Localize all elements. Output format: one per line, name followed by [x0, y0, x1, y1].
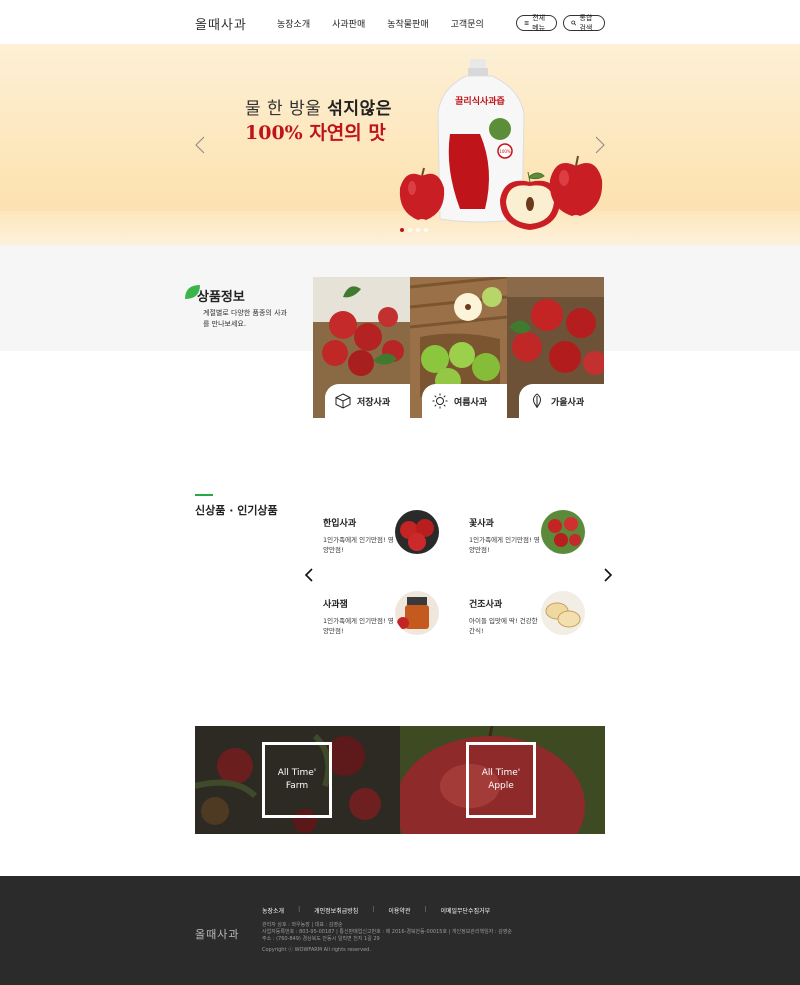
- nav-item-farm-intro[interactable]: 농장소개: [277, 17, 310, 30]
- nav-item-apple-sales[interactable]: 사과판매: [332, 17, 365, 30]
- footer-copyright: Copyright ⓒ WOWFARM All rights reserved.: [262, 947, 371, 953]
- product-item-crab-apple[interactable]: 꽃사과 1인가족에게 인기만점! 영양만점!: [469, 510, 599, 566]
- all-menu-label: 전체메뉴: [532, 14, 546, 32]
- slide-dot-1[interactable]: [400, 228, 404, 232]
- all-menu-button[interactable]: 전체메뉴: [516, 14, 557, 32]
- footer-link-farm-intro[interactable]: 농장소개: [262, 906, 284, 915]
- search-button[interactable]: 통합검색: [563, 14, 605, 32]
- crab-apple-thumb: [541, 510, 585, 554]
- hero-slider: 물 한 방울 섞지않은 100% 자연의 맛 끌리식사과즙 100%: [0, 44, 800, 245]
- hero-subheadline: 100% 자연의 맛: [245, 122, 386, 144]
- main-nav: 농장소개 사과판매 농작물판매 고객문의: [277, 17, 506, 30]
- box-icon: [335, 393, 351, 409]
- products-next-arrow[interactable]: [602, 568, 614, 582]
- hero-prev-arrow[interactable]: [193, 136, 207, 154]
- search-icon: [571, 20, 577, 26]
- hero-headline: 물 한 방울 섞지않은: [245, 99, 392, 119]
- red-apple-image: [399, 167, 445, 220]
- footer-link-privacy[interactable]: 개인정보취급방침: [314, 906, 358, 915]
- banner-farm-frame: All Time' Farm: [262, 742, 332, 818]
- bite-apple-thumb: [395, 510, 439, 554]
- slide-dot-4[interactable]: [424, 228, 428, 232]
- card-summer-apple[interactable]: 여름사과: [410, 277, 507, 418]
- card-autumn-apple[interactable]: 가을사과: [507, 277, 604, 418]
- search-label: 통합검색: [579, 14, 593, 32]
- card-summer-apple-label: 여름사과: [422, 384, 507, 418]
- new-products-title: 신상품 · 인기상품: [195, 504, 278, 517]
- product-info-desc: 계절별로 다양한 품종의 사과를 만나보세요.: [203, 309, 287, 328]
- hero-pagination: [400, 228, 428, 232]
- nav-item-crop-sales[interactable]: 농작물판매: [387, 17, 428, 30]
- pouch-sub-label: 100%: [499, 149, 511, 154]
- banner-farm[interactable]: All Time' Farm: [195, 726, 400, 834]
- hero-next-arrow[interactable]: [593, 136, 607, 154]
- hero-headline-bold: 섞지않은: [327, 99, 392, 119]
- slide-dot-3[interactable]: [416, 228, 420, 232]
- footer-links: 농장소개 | 개인정보취급방침 | 이용약관 | 이메일무단수집거부: [262, 906, 491, 915]
- product-item-dried-apple[interactable]: 건조사과 아이들 입맛에 딱! 건강한 간식!: [469, 591, 599, 647]
- products-prev-arrow[interactable]: [303, 568, 315, 582]
- card-autumn-apple-label: 가을사과: [519, 384, 604, 418]
- site-header: 올때사과 농장소개 사과판매 농작물판매 고객문의 전체메뉴 통합검색: [0, 0, 800, 44]
- footer-link-terms[interactable]: 이용약관: [388, 906, 410, 915]
- leaf-outline-icon: [533, 393, 541, 408]
- slide-dot-2[interactable]: [408, 228, 412, 232]
- pouch-label: 끌리식사과즙: [455, 95, 505, 107]
- footer-logo: 올때사과: [195, 928, 240, 941]
- banner-apple[interactable]: All Time' Apple: [400, 726, 605, 834]
- card-storage-apple[interactable]: 저장사과: [313, 277, 410, 418]
- section-accent-bar: [195, 494, 213, 496]
- card-storage-apple-label: 저장사과: [325, 384, 410, 418]
- sun-icon: [432, 393, 448, 409]
- apple-jam-thumb: [395, 591, 439, 635]
- banner-apple-frame: All Time' Apple: [466, 742, 536, 818]
- product-item-apple-jam[interactable]: 사과잼 1인가족에게 인기만점! 영양만점!: [323, 591, 453, 647]
- dried-apple-thumb: [541, 591, 585, 635]
- product-info-title: 상품정보: [197, 290, 245, 305]
- footer-link-email-policy[interactable]: 이메일무단수집거부: [440, 906, 490, 915]
- nav-item-customer-inquiry[interactable]: 고객문의: [451, 17, 484, 30]
- site-footer: 농장소개 | 개인정보취급방침 | 이용약관 | 이메일무단수집거부 올때사과 …: [0, 876, 800, 985]
- site-logo[interactable]: 올때사과: [195, 14, 247, 33]
- footer-company-info: 관리자 상호 : 와우농장 | 대표 : 김영순 사업자등록번호 : 803-9…: [262, 922, 512, 942]
- hamburger-icon: [524, 21, 529, 25]
- red-apple-right-image: [549, 155, 603, 216]
- product-item-bite-apple[interactable]: 한입사과 1인가족에게 인기만점! 영양만점!: [323, 510, 453, 566]
